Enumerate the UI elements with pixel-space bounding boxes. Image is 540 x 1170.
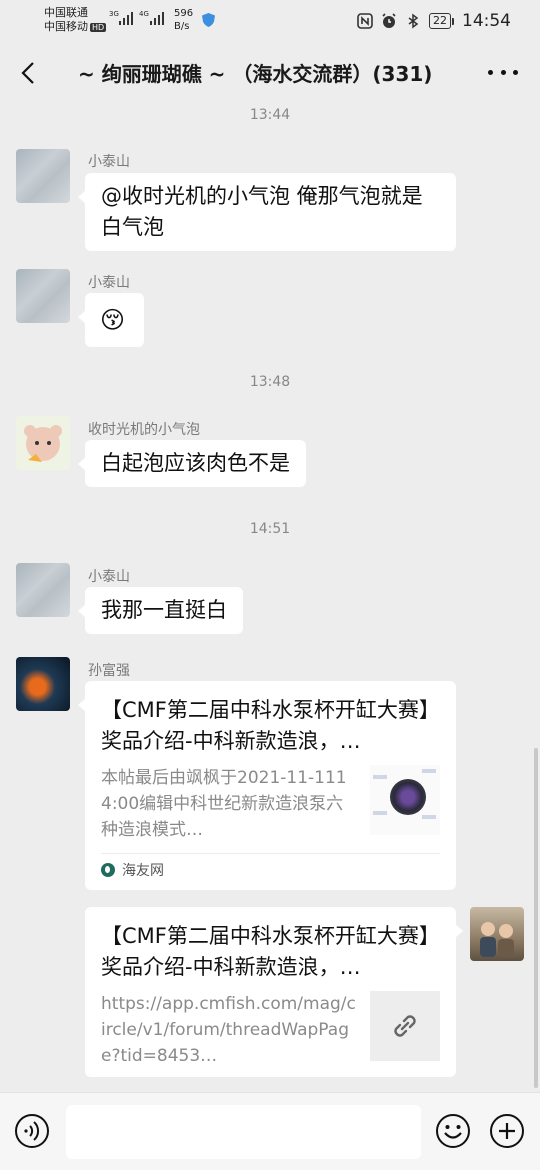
sender-name: 收时光机的小气泡 [88, 422, 200, 438]
signal-icon [119, 12, 133, 25]
carrier-2: 中国移动 [44, 20, 88, 33]
sender-name: 小泰山 [88, 569, 130, 585]
timestamp: 13:48 [249, 374, 291, 390]
avatar[interactable] [16, 149, 70, 203]
nfc-icon [357, 13, 373, 29]
card-title: 【CMF第二届中科水泵杯开缸大赛】奖品介绍-中科新款造浪，… [101, 698, 440, 753]
bear-icon [24, 425, 62, 462]
network-speed: 596 B/s [174, 7, 193, 33]
source-icon [101, 863, 115, 877]
message-bubble[interactable]: 😚 [78, 293, 144, 347]
battery-level: 22 [429, 13, 451, 29]
status-bar: 中国联通 中国移动 HD 3G 4G 596 B/s 22 14:54 [0, 0, 540, 42]
chevron-left-icon[interactable] [14, 58, 44, 88]
scrollbar[interactable] [534, 748, 538, 1088]
link-card[interactable]: 【CMF第二届中科水泵杯开缸大赛】奖品介绍-中科新款造浪，… 本帖最后由飒枫于2… [78, 681, 456, 890]
timestamp: 14:51 [249, 521, 291, 537]
speed-unit: B/s [174, 21, 190, 32]
emoji-icon[interactable] [435, 1113, 471, 1149]
card-title: 【CMF第二届中科水泵杯开缸大赛】奖品介绍-中科新款造浪，… [101, 924, 440, 979]
avatar[interactable] [16, 563, 70, 617]
photo-avatar [480, 922, 514, 957]
avatar[interactable] [16, 269, 70, 323]
more-icon[interactable] [488, 62, 518, 82]
chat-header: ~ 绚丽珊瑚礁 ~ （海水交流群）(331) [0, 48, 540, 100]
card-thumbnail [370, 765, 440, 835]
timestamp: 13:44 [249, 107, 291, 123]
link-icon [370, 991, 440, 1061]
sender-name: 孙富强 [88, 663, 130, 679]
carrier-info: 中国联通 中国移动 HD [44, 6, 107, 35]
avatar[interactable] [470, 907, 524, 961]
battery-icon: 22 [429, 13, 454, 29]
card-description: 本帖最后由飒枫于2021-11-1114:00编辑中科世纪新款造浪泵六种造浪模式… [101, 768, 347, 840]
carrier-1: 中国联通 [44, 6, 88, 19]
hd-badge: HD [90, 23, 107, 32]
plus-icon[interactable] [489, 1113, 525, 1149]
alarm-icon [382, 13, 396, 28]
card-url: https://app.cmfish.com/mag/circle/v1/for… [101, 994, 356, 1066]
voice-icon[interactable] [14, 1113, 50, 1149]
kissing-face-icon: 😚 [100, 306, 126, 334]
message-input[interactable] [66, 1105, 421, 1159]
sender-name: 小泰山 [88, 154, 130, 170]
sender-name: 小泰山 [88, 275, 130, 291]
chat-title: ~ 绚丽珊瑚礁 ~ （海水交流群）(331) [78, 62, 433, 86]
speed-value: 596 [174, 8, 194, 19]
link-card[interactable]: 【CMF第二届中科水泵杯开缸大赛】奖品介绍-中科新款造浪，… https://a… [85, 907, 463, 1077]
network-type-2: 4G [139, 10, 149, 18]
message-list[interactable]: 13:44 小泰山 @收时光机的小气泡 俺那气泡就是白气泡 小泰山 😚 13:4… [0, 100, 540, 1092]
shield-icon [202, 13, 215, 27]
clock: 14:54 [462, 11, 511, 31]
card-source: 海友网 [122, 863, 164, 879]
input-bar [0, 1092, 540, 1170]
avatar[interactable] [16, 416, 70, 470]
message-bubble[interactable]: @收时光机的小气泡 俺那气泡就是白气泡 [78, 173, 456, 251]
bluetooth-icon [408, 13, 419, 29]
network-type-1: 3G [109, 10, 119, 18]
signal-icon [150, 12, 164, 25]
avatar[interactable] [16, 657, 70, 711]
message-bubble[interactable]: 我那一直挺白 [78, 587, 243, 634]
message-bubble[interactable]: 白起泡应该肉色不是 [78, 440, 306, 487]
